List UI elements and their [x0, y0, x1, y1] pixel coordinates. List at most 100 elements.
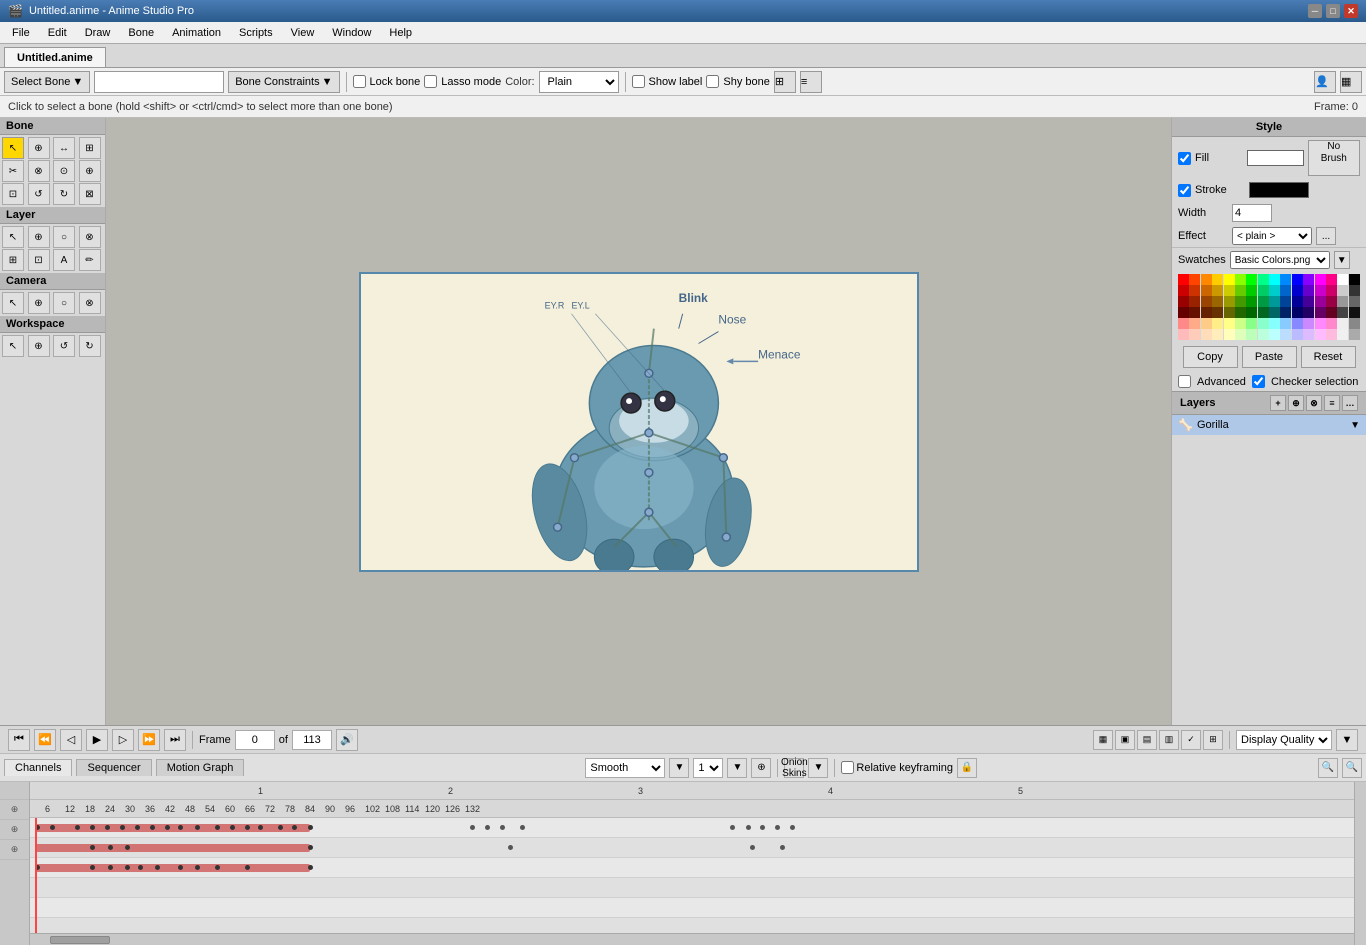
frame-input[interactable]: 0	[235, 730, 275, 750]
color-cell-24[interactable]	[1269, 285, 1280, 296]
swatches-select[interactable]: Basic Colors.png	[1230, 251, 1330, 269]
menu-bone[interactable]: Bone	[120, 25, 162, 41]
lock-bone-checkbox[interactable]	[353, 75, 366, 88]
color-cell-82[interactable]	[1201, 329, 1212, 340]
color-cell-14[interactable]	[1337, 274, 1348, 285]
bone-move-tool[interactable]: ↔	[53, 137, 75, 159]
color-cell-86[interactable]	[1246, 329, 1257, 340]
color-cell-19[interactable]	[1212, 285, 1223, 296]
color-cell-52[interactable]	[1224, 307, 1235, 318]
bone-pin-tool[interactable]: ⊕	[79, 160, 101, 182]
color-cell-36[interactable]	[1224, 296, 1235, 307]
dq-dropdown-btn[interactable]: ▼	[1336, 729, 1358, 751]
layer-dup-btn[interactable]: ⊕	[1288, 395, 1304, 411]
camera-orbit-tool[interactable]: ○	[53, 292, 75, 314]
color-cell-64[interactable]	[1178, 318, 1189, 329]
layer-grid-tool[interactable]: ⊞	[2, 249, 24, 271]
layer-num-dropdown-btn[interactable]: ▼	[727, 758, 747, 778]
zoom-in-btn[interactable]: 🔍	[1342, 758, 1362, 778]
color-cell-45[interactable]	[1326, 296, 1337, 307]
color-cell-62[interactable]	[1337, 307, 1348, 318]
onion-dropdown-btn[interactable]: ▼	[808, 758, 828, 778]
display-quality-select[interactable]: Display Quality	[1236, 730, 1332, 750]
color-cell-50[interactable]	[1201, 307, 1212, 318]
layer-num-select[interactable]: 1	[693, 758, 723, 778]
color-cell-57[interactable]	[1280, 307, 1291, 318]
user-btn[interactable]: 👤	[1314, 71, 1336, 93]
color-cell-15[interactable]	[1349, 274, 1360, 285]
color-cell-83[interactable]	[1212, 329, 1223, 340]
color-cell-9[interactable]	[1280, 274, 1291, 285]
timeline-scrollbar-v[interactable]	[1354, 782, 1366, 945]
color-cell-77[interactable]	[1326, 318, 1337, 329]
color-cell-69[interactable]	[1235, 318, 1246, 329]
color-cell-63[interactable]	[1349, 307, 1360, 318]
color-cell-37[interactable]	[1235, 296, 1246, 307]
frame-icon-5[interactable]: ✓	[1181, 730, 1201, 750]
menu-animation[interactable]: Animation	[164, 25, 229, 41]
color-cell-61[interactable]	[1326, 307, 1337, 318]
workspace-select-tool[interactable]: ↖	[2, 335, 24, 357]
layer-add-tool[interactable]: ⊕	[28, 226, 50, 248]
color-cell-10[interactable]	[1292, 274, 1303, 285]
lock-timeline-btn[interactable]: 🔒	[957, 758, 977, 778]
color-cell-92[interactable]	[1315, 329, 1326, 340]
color-cell-39[interactable]	[1258, 296, 1269, 307]
color-cell-30[interactable]	[1337, 285, 1348, 296]
onion-skins-btn[interactable]: Onion Skins	[784, 758, 804, 778]
color-cell-44[interactable]	[1315, 296, 1326, 307]
color-cell-72[interactable]	[1269, 318, 1280, 329]
color-cell-70[interactable]	[1246, 318, 1257, 329]
color-cell-60[interactable]	[1315, 307, 1326, 318]
total-frames-input[interactable]: 113	[292, 730, 332, 750]
bone-scale-tool[interactable]: ⊞	[79, 137, 101, 159]
show-label-checkbox[interactable]	[632, 75, 645, 88]
forward-to-end-btn[interactable]: ⏭	[164, 729, 186, 751]
color-cell-16[interactable]	[1178, 285, 1189, 296]
copy-btn[interactable]: Copy	[1183, 346, 1238, 368]
select-bone-btn[interactable]: Select Bone ▼	[4, 71, 90, 93]
lasso-mode-checkbox[interactable]	[424, 75, 437, 88]
menu-window[interactable]: Window	[324, 25, 379, 41]
camera-zoom-tool[interactable]: ⊕	[28, 292, 50, 314]
fill-color-swatch[interactable]	[1247, 150, 1304, 166]
bone-constraints-btn[interactable]: Bone Constraints ▼	[228, 71, 339, 93]
color-cell-85[interactable]	[1235, 329, 1246, 340]
color-cell-35[interactable]	[1212, 296, 1223, 307]
menu-help[interactable]: Help	[381, 25, 420, 41]
color-cell-51[interactable]	[1212, 307, 1223, 318]
layer-text-tool[interactable]: A	[53, 249, 75, 271]
color-cell-90[interactable]	[1292, 329, 1303, 340]
workspace-cw-tool[interactable]: ↻	[79, 335, 101, 357]
icon-btn-1[interactable]: ⊞	[774, 71, 796, 93]
color-cell-11[interactable]	[1303, 274, 1314, 285]
color-cell-25[interactable]	[1280, 285, 1291, 296]
channels-tab[interactable]: Channels	[4, 759, 72, 776]
color-cell-42[interactable]	[1292, 296, 1303, 307]
camera-pan-tool[interactable]: ⊗	[79, 292, 101, 314]
menu-file[interactable]: File	[4, 25, 38, 41]
color-cell-47[interactable]	[1349, 296, 1360, 307]
gorilla-layer[interactable]: 🦴 Gorilla ▼	[1172, 415, 1366, 435]
color-cell-94[interactable]	[1337, 329, 1348, 340]
color-cell-23[interactable]	[1258, 285, 1269, 296]
color-cell-89[interactable]	[1280, 329, 1291, 340]
frame-icon-2[interactable]: ▣	[1115, 730, 1135, 750]
color-cell-71[interactable]	[1258, 318, 1269, 329]
sequencer-tab[interactable]: Sequencer	[76, 759, 151, 776]
workspace-zoom-tool[interactable]: ⊕	[28, 335, 50, 357]
effect-options-btn[interactable]: ...	[1316, 227, 1336, 245]
color-cell-4[interactable]	[1224, 274, 1235, 285]
bone-add-tool[interactable]: ⊕	[28, 137, 50, 159]
frame-icon-3[interactable]: ▤	[1137, 730, 1157, 750]
color-cell-73[interactable]	[1280, 318, 1291, 329]
zoom-out-btn[interactable]: 🔍	[1318, 758, 1338, 778]
color-cell-55[interactable]	[1258, 307, 1269, 318]
reset-btn[interactable]: Reset	[1301, 346, 1356, 368]
color-cell-34[interactable]	[1201, 296, 1212, 307]
color-cell-43[interactable]	[1303, 296, 1314, 307]
color-cell-87[interactable]	[1258, 329, 1269, 340]
color-cell-78[interactable]	[1337, 318, 1348, 329]
color-cell-65[interactable]	[1189, 318, 1200, 329]
fill-checkbox[interactable]	[1178, 152, 1191, 165]
